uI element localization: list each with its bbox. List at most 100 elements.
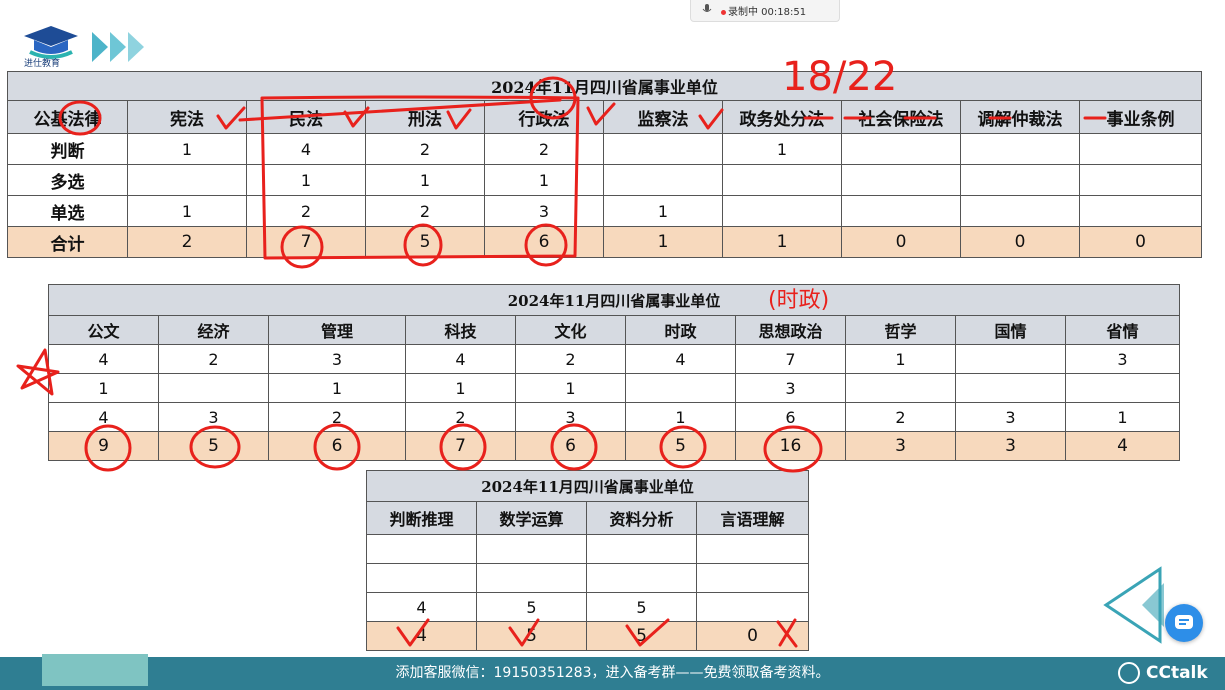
total-cell: 4	[366, 621, 477, 651]
table-cell: 3	[484, 195, 604, 227]
table-title: 2024年11月四川省属事业单位	[7, 71, 1202, 101]
law-table: 2024年11月四川省属事业单位 公基法律 宪法 民法 刑法 行政法 监察法 政…	[7, 71, 1202, 258]
table-cell	[366, 534, 477, 564]
table-cell: 2	[365, 195, 485, 227]
total-cell: 5	[365, 226, 485, 258]
total-cell: 5	[586, 621, 697, 651]
table-cell: 1	[603, 195, 723, 227]
table-cell: 1	[127, 133, 247, 165]
table-cell: 4	[625, 344, 736, 374]
table-cell	[955, 344, 1066, 374]
total-cell: 7	[246, 226, 366, 258]
table-row: 1 1 1 1 3	[48, 373, 1181, 403]
table-cell: 1	[48, 373, 159, 403]
table-cell: 3	[1064, 344, 1181, 374]
table-cell: 5	[586, 592, 697, 622]
table-cell	[841, 133, 961, 165]
column-header: 社会保险法	[841, 100, 961, 134]
column-header: 哲学	[845, 315, 956, 345]
column-header: 政务处分法	[722, 100, 842, 134]
forward-arrows-icon	[92, 32, 144, 62]
table-cell: 2	[845, 402, 956, 432]
table-cell	[960, 195, 1080, 227]
total-row: 4 5 5 0	[366, 621, 809, 651]
column-header: 科技	[405, 315, 516, 345]
table-cell: 1	[405, 373, 516, 403]
table-cell	[696, 534, 809, 564]
column-header: 省情	[1064, 315, 1181, 345]
aptitude-table: 2024年11月四川省属事业单位 判断推理 数学运算 资料分析 言语理解 4 5…	[366, 470, 809, 651]
table-cell	[127, 164, 247, 196]
logo-text: 进仕教育	[24, 59, 61, 69]
table-cell	[1079, 164, 1202, 196]
table-row: 单选 1 2 2 3 1	[7, 195, 1202, 227]
total-cell: 5	[476, 621, 587, 651]
table-cell: 1	[845, 344, 956, 374]
table-row: 4 3 2 2 3 1 6 2 3 1	[48, 402, 1181, 432]
column-header: 言语理解	[696, 501, 809, 535]
table-cell: 2	[246, 195, 366, 227]
recording-indicator[interactable]: 录制中 00:18:51	[690, 0, 840, 22]
table-cell: 1	[246, 164, 366, 196]
cctalk-logo-icon	[1118, 662, 1140, 684]
table-cell	[625, 373, 736, 403]
table-cell: 7	[735, 344, 846, 374]
table-cell	[603, 164, 723, 196]
table-cell: 3	[955, 402, 1066, 432]
footer-text: 添加客服微信：19150351283，进入备考群——免费领取备考资料。	[395, 665, 830, 681]
table-cell: 3	[735, 373, 846, 403]
table-cell	[476, 534, 587, 564]
chat-bubble-icon	[1175, 615, 1193, 629]
total-cell: 1	[603, 226, 723, 258]
table-cell: 4	[366, 592, 477, 622]
column-header: 判断推理	[366, 501, 477, 535]
total-cell: 16	[735, 431, 846, 461]
total-row: 合计 2 7 5 6 1 1 0 0 0	[7, 226, 1202, 258]
table-row	[366, 534, 809, 564]
total-cell: 1	[722, 226, 842, 258]
table-cell	[722, 195, 842, 227]
column-header: 管理	[268, 315, 406, 345]
column-header: 民法	[246, 100, 366, 134]
table-cell: 1	[268, 373, 406, 403]
table-cell: 1	[365, 164, 485, 196]
table-cell	[960, 133, 1080, 165]
total-cell: 6	[515, 431, 626, 461]
row-label: 多选	[7, 164, 128, 196]
table-cell: 2	[268, 402, 406, 432]
total-cell: 0	[1079, 226, 1202, 258]
total-cell: 7	[405, 431, 516, 461]
column-header: 刑法	[365, 100, 485, 134]
table-row: 4 2 3 4 2 4 7 1 3	[48, 344, 1181, 374]
total-cell: 6	[268, 431, 406, 461]
table-cell: 4	[405, 344, 516, 374]
table-cell	[960, 164, 1080, 196]
table-cell	[366, 563, 477, 593]
total-cell: 4	[1064, 431, 1181, 461]
total-cell: 2	[127, 226, 247, 258]
table-cell	[696, 563, 809, 593]
table-cell: 1	[515, 373, 626, 403]
total-cell: 3	[955, 431, 1066, 461]
table-cell: 3	[515, 402, 626, 432]
table-cell: 1	[722, 133, 842, 165]
table-cell: 2	[365, 133, 485, 165]
table-cell: 2	[158, 344, 269, 374]
table-cell	[586, 534, 697, 564]
chat-button[interactable]	[1165, 604, 1203, 642]
table-cell	[955, 373, 1066, 403]
table-cell	[158, 373, 269, 403]
table-cell: 4	[246, 133, 366, 165]
total-cell: 5	[625, 431, 736, 461]
recording-status: 录制中 00:18:51	[721, 3, 806, 18]
column-header: 公基法律	[7, 100, 128, 134]
column-header: 行政法	[484, 100, 604, 134]
table-cell	[1079, 195, 1202, 227]
table-cell	[841, 195, 961, 227]
table-cell	[1064, 373, 1181, 403]
table-cell	[586, 563, 697, 593]
total-cell: 5	[158, 431, 269, 461]
table-cell: 3	[268, 344, 406, 374]
knowledge-table: 2024年11月四川省属事业单位 公文 经济 管理 科技 文化 时政 思想政治 …	[47, 284, 1181, 461]
table-cell: 6	[735, 402, 846, 432]
